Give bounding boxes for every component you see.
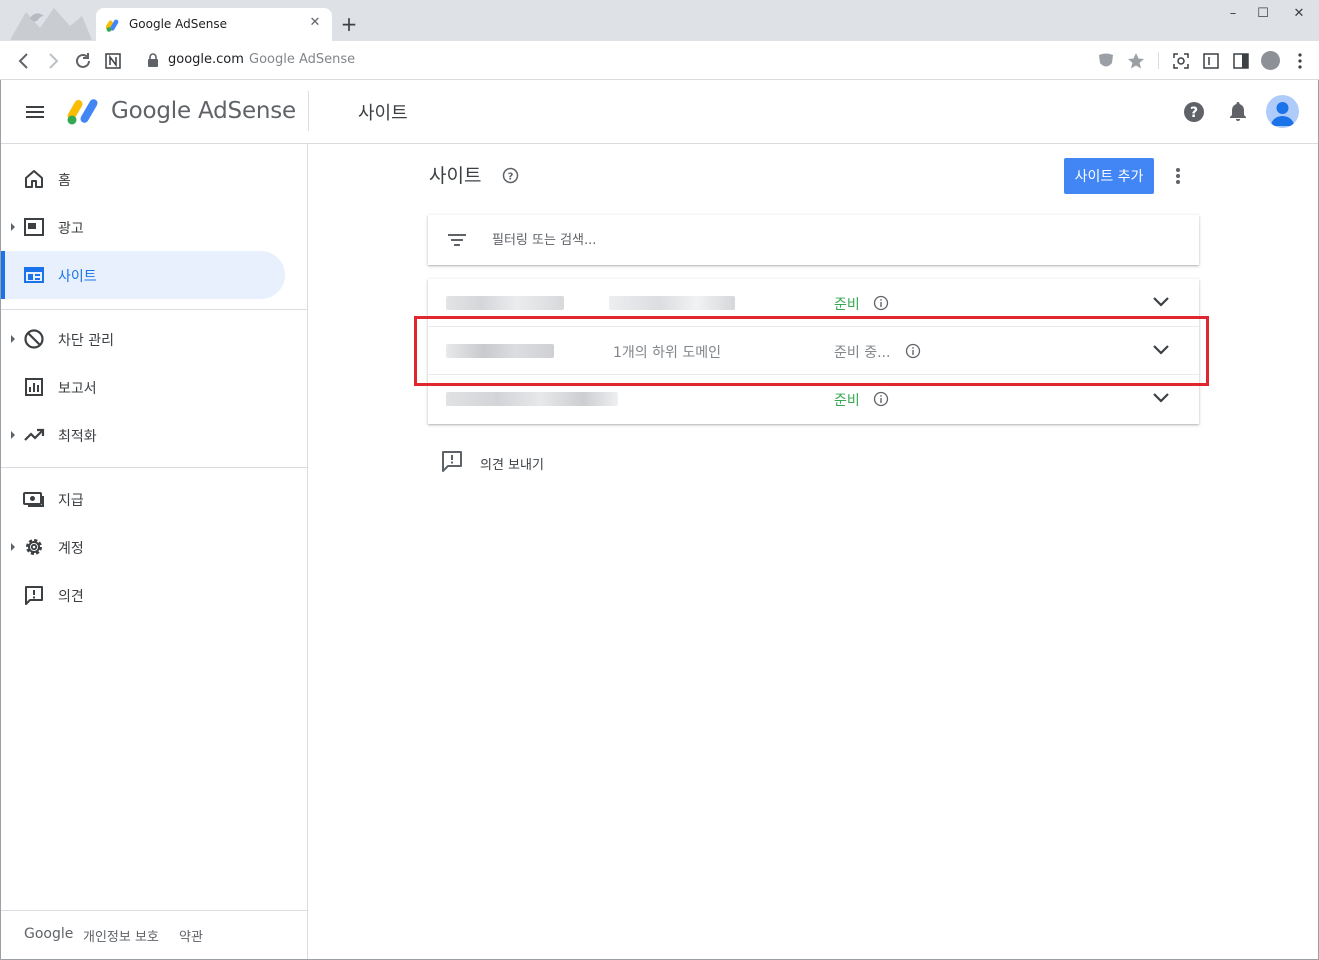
- expand-caret-icon[interactable]: [11, 431, 15, 439]
- expand-caret-icon[interactable]: [11, 335, 15, 343]
- url-page-title[interactable]: Google AdSense: [249, 52, 355, 67]
- tab-adsense[interactable]: Google AdSense ✕: [96, 8, 332, 41]
- add-site-button[interactable]: 사이트 추가: [1064, 158, 1154, 194]
- notifications-bell-icon[interactable]: [1228, 100, 1248, 122]
- expand-caret-icon[interactable]: [11, 543, 15, 551]
- trending-up-icon: [24, 428, 45, 441]
- adsense-logo-icon: [67, 99, 98, 125]
- sidebar-item-ads[interactable]: 광고: [1, 203, 285, 251]
- minimize-button[interactable]: –: [1219, 4, 1247, 24]
- sidebar-item-optimization[interactable]: 최적화: [1, 411, 285, 459]
- sidebar-item-label: 의견: [58, 589, 84, 605]
- privacy-link[interactable]: 개인정보 보호: [83, 926, 159, 945]
- sidebar-item-label: 최적화: [58, 429, 97, 445]
- feedback-icon: [25, 586, 43, 605]
- terms-link[interactable]: 약관: [179, 926, 203, 945]
- app-header: Google AdSense 사이트 ?: [1, 80, 1318, 144]
- gear-icon: [26, 539, 42, 555]
- shield-extension-icon[interactable]: [1095, 50, 1117, 72]
- redacted-site-detail: [609, 296, 735, 310]
- filter-icon[interactable]: [447, 232, 467, 248]
- highlight-annotation-box: [414, 316, 1209, 386]
- page-title: 사이트: [429, 165, 482, 187]
- more-options-icon[interactable]: [1169, 165, 1187, 187]
- sidebar-footer: Google 개인정보 보호 약관: [1, 910, 308, 959]
- tab-title: Google AdSense: [129, 17, 227, 31]
- logo-text[interactable]: Google AdSense: [111, 98, 296, 124]
- send-feedback-label: 의견 보내기: [480, 458, 544, 473]
- redacted-site-name: [446, 392, 618, 406]
- sidebar-item-label: 사이트: [58, 269, 97, 285]
- sidebar-item-label: 보고서: [58, 381, 97, 397]
- home-icon: [25, 170, 43, 188]
- site-status: 준비: [834, 297, 860, 313]
- sidebar-item-sites[interactable]: 사이트: [1, 251, 285, 299]
- site-status: 준비: [834, 393, 860, 409]
- sidebar-item-reports[interactable]: 보고서: [1, 363, 285, 411]
- sidebar-divider: [1, 309, 308, 310]
- filter-search-input[interactable]: [492, 228, 1092, 252]
- sidebar-item-feedback[interactable]: 의견: [1, 571, 285, 619]
- sidebar-item-label: 광고: [58, 221, 84, 237]
- browser-toolbar: google.com Google AdSense: [0, 41, 1319, 80]
- background-tab-decoration: [10, 8, 92, 40]
- chevron-down-icon[interactable]: [1152, 296, 1170, 308]
- svg-text:?: ?: [508, 172, 514, 183]
- screenshot-icon[interactable]: [1170, 50, 1192, 72]
- new-tab-button[interactable]: +: [338, 13, 360, 35]
- sidebar-item-blocking[interactable]: 차단 관리: [1, 315, 285, 363]
- maximize-button[interactable]: ☐: [1249, 4, 1277, 24]
- svg-text:?: ?: [1190, 105, 1198, 121]
- sidebar-item-account[interactable]: 계정: [1, 523, 285, 571]
- chevron-down-icon[interactable]: [1152, 392, 1170, 404]
- info-icon[interactable]: [873, 295, 889, 311]
- sites-icon: [24, 267, 44, 283]
- feedback-icon: [442, 451, 462, 472]
- redacted-site-name: [446, 296, 564, 310]
- send-feedback-link[interactable]: 의견 보내기: [440, 450, 580, 474]
- notion-extension-icon[interactable]: [102, 50, 124, 72]
- profile-avatar-icon[interactable]: [1261, 51, 1280, 70]
- help-outline-icon[interactable]: ?: [502, 167, 519, 184]
- header-divider: [308, 91, 309, 131]
- forward-icon[interactable]: [42, 50, 64, 72]
- sidebar-item-label: 차단 관리: [58, 333, 114, 349]
- reports-icon: [25, 378, 43, 396]
- sidebar-item-label: 홈: [58, 173, 71, 189]
- sidebar-item-home[interactable]: 홈: [1, 155, 285, 203]
- header-section-title: 사이트: [358, 103, 408, 124]
- adsense-favicon-icon: [106, 19, 119, 32]
- bookmark-star-icon[interactable]: [1125, 50, 1147, 72]
- expand-caret-icon[interactable]: [11, 223, 15, 231]
- tab-strip: Google AdSense ✕ + – ☐ ✕: [0, 0, 1319, 41]
- sidebar-item-label: 계정: [58, 541, 84, 557]
- hamburger-menu-icon[interactable]: [24, 102, 46, 122]
- url-host[interactable]: google.com: [168, 52, 244, 67]
- ads-icon: [24, 218, 44, 236]
- tab-close-icon[interactable]: ✕: [306, 14, 324, 32]
- account-avatar[interactable]: [1266, 95, 1299, 128]
- browser-menu-icon[interactable]: [1289, 50, 1311, 72]
- footer-google-logo: Google: [24, 926, 74, 942]
- sidebar-item-payments[interactable]: 지급: [1, 475, 285, 523]
- info-icon[interactable]: [873, 391, 889, 407]
- payments-icon: [23, 492, 44, 507]
- lock-icon[interactable]: [147, 53, 159, 67]
- block-icon: [24, 329, 44, 349]
- reload-icon[interactable]: [72, 50, 94, 72]
- toolbar-separator: [1158, 52, 1159, 69]
- side-panel-icon[interactable]: [1230, 50, 1252, 72]
- sidebar-item-label: 지급: [58, 493, 84, 509]
- sidebar-divider: [1, 467, 308, 468]
- close-window-button[interactable]: ✕: [1285, 4, 1313, 24]
- help-icon[interactable]: ?: [1183, 101, 1205, 123]
- sidebar-nav: 홈 광고 사이트 차단 관리 보고서 최적화 지급 계정 의견 Google 개…: [1, 144, 308, 959]
- user-icon: [1271, 102, 1294, 126]
- filter-search-bar[interactable]: [428, 215, 1199, 265]
- reader-icon[interactable]: [1200, 50, 1222, 72]
- back-icon[interactable]: [13, 50, 35, 72]
